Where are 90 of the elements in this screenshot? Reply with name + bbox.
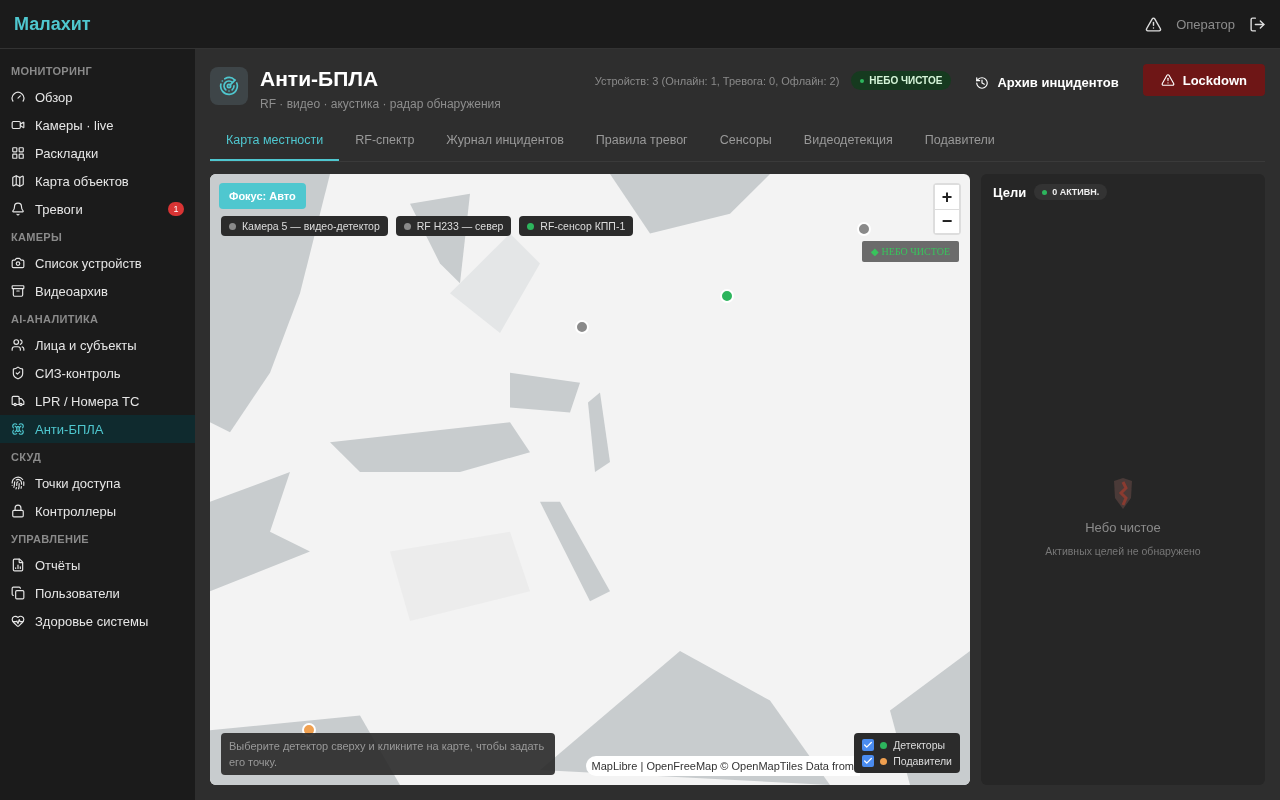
- device-summary: Устройств: 3 (Онлайн: 1, Тревога: 0, Офлайн: 2): [594, 75, 840, 87]
- tab[interactable]: Журнал инцидентов: [430, 125, 580, 161]
- nav-icon: [11, 202, 25, 216]
- nav-icon: [11, 284, 25, 298]
- nav-icon: [11, 90, 25, 104]
- sidebar-label: Камеры · live: [35, 117, 114, 133]
- nav-icon: [11, 256, 25, 270]
- detector-chip[interactable]: RF H233 — север: [395, 216, 512, 236]
- app-logo: Малахит: [14, 13, 92, 35]
- sidebar-label: Карта объектов: [35, 173, 129, 189]
- zoom-out-button[interactable]: −: [935, 209, 959, 233]
- sidebar-item[interactable]: Здоровье системы: [0, 607, 195, 635]
- page-title: Анти-БПЛА: [260, 67, 380, 91]
- nav-icon: [11, 476, 25, 490]
- sidebar-item[interactable]: Тревоги 1: [0, 195, 195, 223]
- sidebar-label: Отчёты: [35, 557, 81, 573]
- section-title: УПРАВЛЕНИЕ: [10, 532, 90, 547]
- archive-button[interactable]: Архив инцидентов: [963, 69, 1131, 96]
- logout-icon[interactable]: [1249, 15, 1266, 33]
- sidebar-label: Лица и субъекты: [35, 337, 137, 353]
- sidebar-label: Раскладки: [35, 145, 99, 161]
- history-icon: [975, 75, 990, 90]
- nav-icon: [11, 614, 25, 628]
- nav-icon: [11, 422, 25, 436]
- sidebar-item[interactable]: Лица и субъекты: [0, 331, 195, 359]
- sidebar-item[interactable]: СИЗ-контроль: [0, 359, 195, 387]
- map-attribution: MapLibre | OpenFreeMap © OpenMapTiles Data from: [585, 756, 860, 776]
- detector-chip[interactable]: RF-сенсор КПП-1: [519, 216, 634, 236]
- nav-icon: [11, 146, 25, 160]
- tab[interactable]: RF-спектр: [339, 125, 431, 161]
- tab[interactable]: Правила тревог: [579, 125, 704, 161]
- sidebar-label: СИЗ-контроль: [35, 365, 121, 381]
- nav-icon: [11, 118, 25, 132]
- tab[interactable]: Сенсоры: [703, 125, 788, 161]
- section-title: МОНИТОРИНГ: [10, 64, 93, 79]
- page-subtitle: RF · видео · акустика · радар обнаружения: [260, 97, 501, 111]
- empty-title: Небо чистое: [1085, 520, 1161, 535]
- sidebar-label: Обзор: [35, 89, 73, 105]
- empty-text: Активных целей не обнаружено: [1045, 545, 1201, 557]
- tab[interactable]: Подавители: [908, 125, 1011, 161]
- nav-icon: [11, 504, 25, 518]
- section-title: КАМЕРЫ: [10, 230, 64, 245]
- nav-icon: [11, 558, 25, 572]
- sidebar-item[interactable]: Точки доступа: [0, 469, 195, 497]
- sidebar-label: Тревоги: [35, 201, 83, 217]
- section-title: СКУД: [10, 450, 43, 465]
- sidebar-item[interactable]: Анти-БПЛА: [0, 415, 195, 443]
- sidebar-item[interactable]: Контроллеры: [0, 497, 195, 525]
- sidebar-item[interactable]: Видеоархив: [0, 277, 195, 305]
- section-title: AI-АНАЛИТИКА: [10, 312, 100, 327]
- radar-icon: [210, 67, 248, 105]
- legend-label: Подавители: [893, 755, 952, 767]
- user-name: Оператор: [1176, 16, 1235, 32]
- nav-icon: [11, 394, 25, 408]
- status-badge: НЕБО ЧИСТОЕ: [851, 71, 952, 90]
- sidebar-label: Видеоархив: [35, 283, 108, 299]
- sidebar-item[interactable]: LPR / Номера ТС: [0, 387, 195, 415]
- sidebar-item[interactable]: Пользователи: [0, 579, 195, 607]
- sidebar-label: Пользователи: [35, 585, 120, 601]
- detector-chip[interactable]: Камера 5 — видео-детектор: [221, 216, 388, 236]
- sidebar-item[interactable]: Карта объектов: [0, 167, 195, 195]
- map-hint: Выберите детектор сверху и кликните на карте, чтобы задать его точку.: [221, 733, 555, 775]
- sidebar-item[interactable]: Список устройств: [0, 249, 195, 277]
- sidebar-item[interactable]: Раскладки: [0, 139, 195, 167]
- sidebar-label: LPR / Номера ТС: [35, 393, 140, 409]
- shield-icon: [1112, 478, 1134, 510]
- sky-status-label: ◆ НЕБО ЧИСТОЕ: [862, 241, 959, 262]
- sidebar-label: Точки доступа: [35, 475, 121, 491]
- tab[interactable]: Карта местности: [210, 125, 340, 161]
- nav-icon: [11, 366, 25, 380]
- sidebar-label: Список устройств: [35, 255, 142, 271]
- warning-icon: [1160, 73, 1175, 87]
- panel-title: Цели: [993, 184, 1027, 200]
- legend-checkbox[interactable]: [862, 755, 875, 767]
- sidebar-label: Контроллеры: [35, 503, 117, 519]
- sidebar-label: Анти-БПЛА: [35, 421, 104, 437]
- legend-label: Детекторы: [893, 739, 945, 751]
- sidebar-item[interactable]: Отчёты: [0, 551, 195, 579]
- active-count: 0 АКТИВН.: [1034, 184, 1108, 200]
- sidebar-item[interactable]: Камеры · live: [0, 111, 195, 139]
- sidebar-label: Здоровье системы: [35, 613, 149, 629]
- nav-icon: [11, 586, 25, 600]
- lockdown-button[interactable]: Lockdown: [1142, 64, 1265, 96]
- tab[interactable]: Видеодетекция: [787, 125, 909, 161]
- count-badge: 1: [168, 202, 184, 216]
- legend-checkbox[interactable]: [862, 739, 875, 751]
- sidebar-item[interactable]: Обзор: [0, 83, 195, 111]
- nav-icon: [11, 338, 25, 352]
- nav-icon: [11, 174, 25, 188]
- warning-icon[interactable]: [1145, 15, 1163, 33]
